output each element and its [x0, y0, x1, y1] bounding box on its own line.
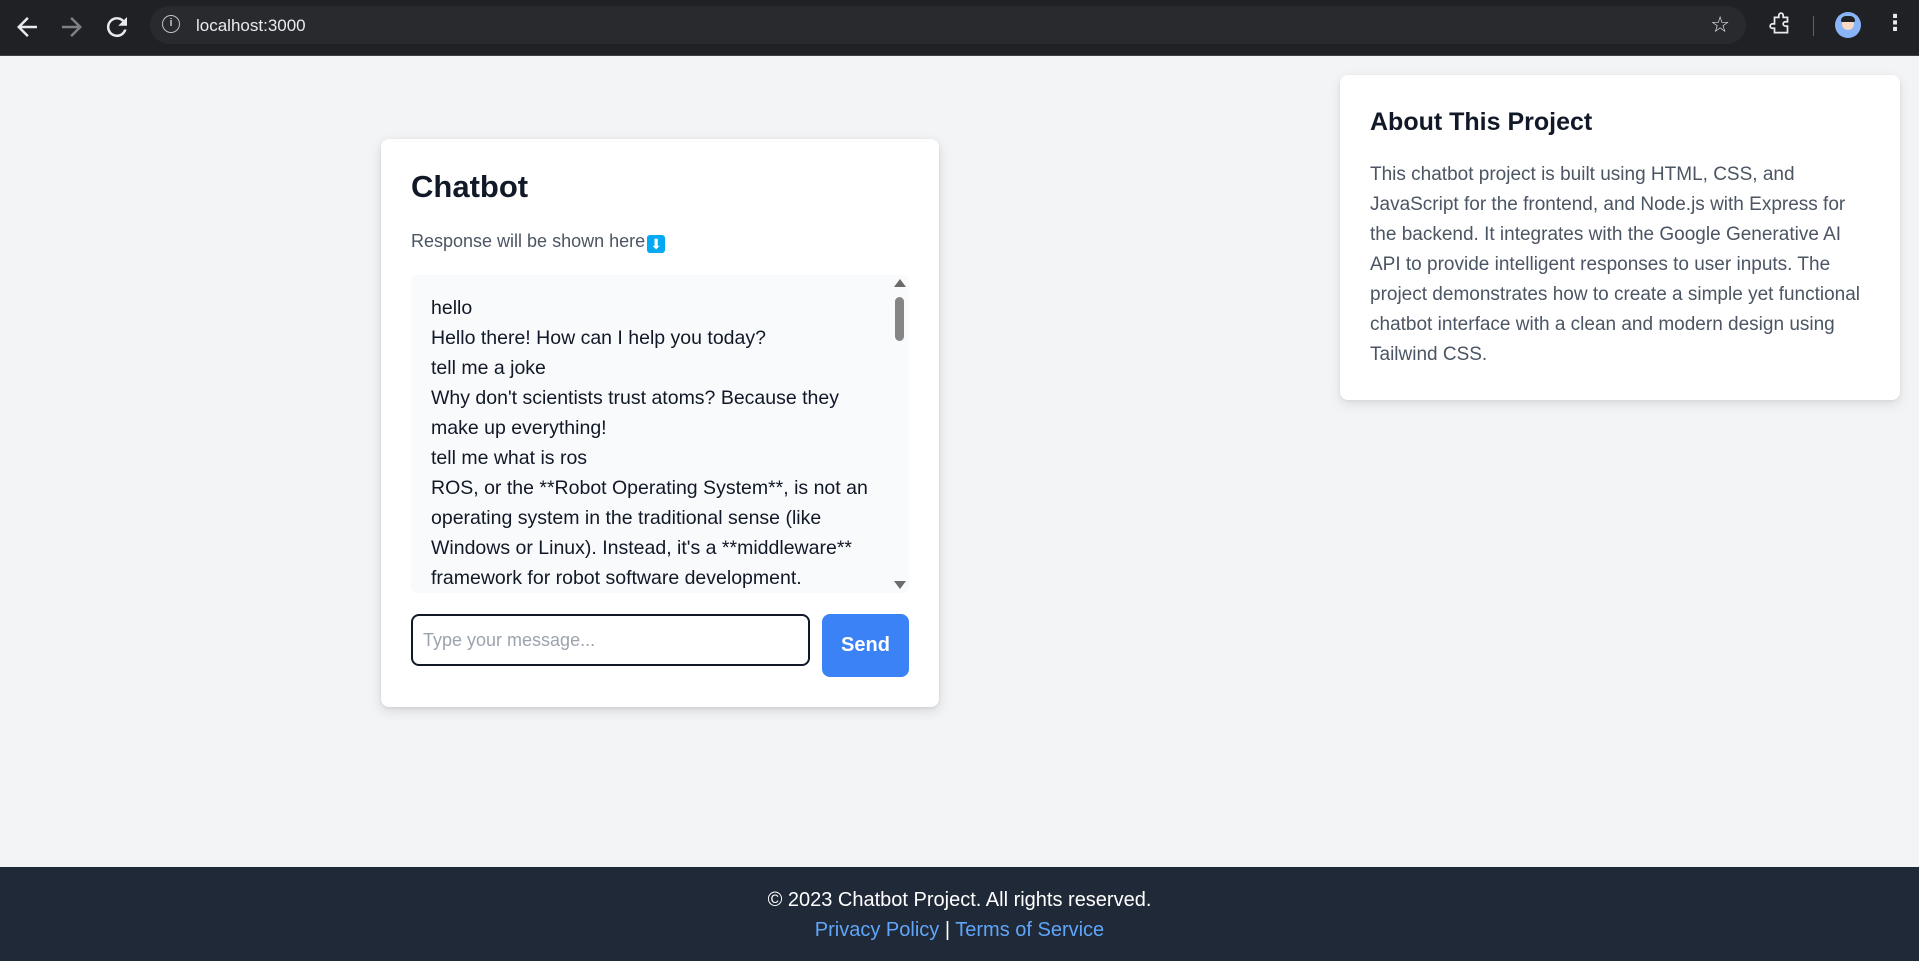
footer: © 2023 Chatbot Project. All rights reser… — [0, 867, 1919, 961]
messages-scrollbar[interactable] — [889, 275, 909, 593]
down-arrow-icon: ⬇ — [647, 235, 666, 253]
address-bar[interactable]: i localhost:3000 ☆ — [150, 6, 1746, 44]
message-user: hello — [431, 297, 473, 319]
message-input[interactable] — [411, 614, 810, 666]
send-button[interactable]: Send — [822, 614, 909, 677]
about-card: About This Project This chatbot project … — [1340, 75, 1900, 400]
reload-icon[interactable] — [102, 12, 132, 42]
response-label: Response will be shown here ⬇ — [411, 231, 666, 253]
profile-avatar[interactable] — [1835, 12, 1861, 38]
bookmark-star-icon[interactable]: ☆ — [1710, 12, 1730, 38]
scrollbar-thumb[interactable] — [895, 297, 904, 341]
chat-card: Chatbot Response will be shown here ⬇ hel… — [381, 139, 939, 707]
url-text[interactable]: localhost:3000 — [196, 16, 306, 36]
response-label-text: Response will be shown here — [411, 231, 646, 251]
scroll-down-arrow-icon[interactable] — [894, 581, 906, 589]
message-bot: Hello there! How can I help you today? — [431, 327, 766, 349]
site-info-icon[interactable]: i — [162, 15, 180, 33]
scroll-up-arrow-icon[interactable] — [894, 279, 906, 287]
extensions-icon[interactable] — [1768, 12, 1794, 38]
about-title: About This Project — [1370, 108, 1593, 136]
chat-title: Chatbot — [411, 169, 529, 204]
message-bot: Why don't scientists trust atoms? Becaus… — [431, 387, 839, 439]
footer-copyright: © 2023 Chatbot Project. All rights reser… — [767, 889, 1152, 911]
footer-links: Privacy Policy | Terms of Service — [0, 919, 1919, 942]
about-description: This chatbot project is built using HTML… — [1370, 164, 1861, 365]
menu-icon[interactable]: ⋮ — [1884, 10, 1906, 36]
message-list: hello Hello there! How can I help you to… — [431, 293, 871, 593]
browser-toolbar: i localhost:3000 ☆ ⋮ — [0, 0, 1919, 56]
message-bot: ROS, or the **Robot Operating System**, … — [431, 477, 868, 589]
messages-panel[interactable]: hello Hello there! How can I help you to… — [411, 275, 909, 593]
message-user: tell me a joke — [431, 357, 546, 379]
footer-separator: | — [944, 919, 951, 941]
message-user: tell me what is ros — [431, 447, 588, 469]
back-icon[interactable] — [12, 12, 42, 42]
forward-icon[interactable] — [57, 12, 87, 42]
toolbar-divider — [1813, 16, 1814, 36]
privacy-policy-link[interactable]: Privacy Policy — [815, 919, 939, 941]
terms-of-service-link[interactable]: Terms of Service — [955, 919, 1104, 941]
